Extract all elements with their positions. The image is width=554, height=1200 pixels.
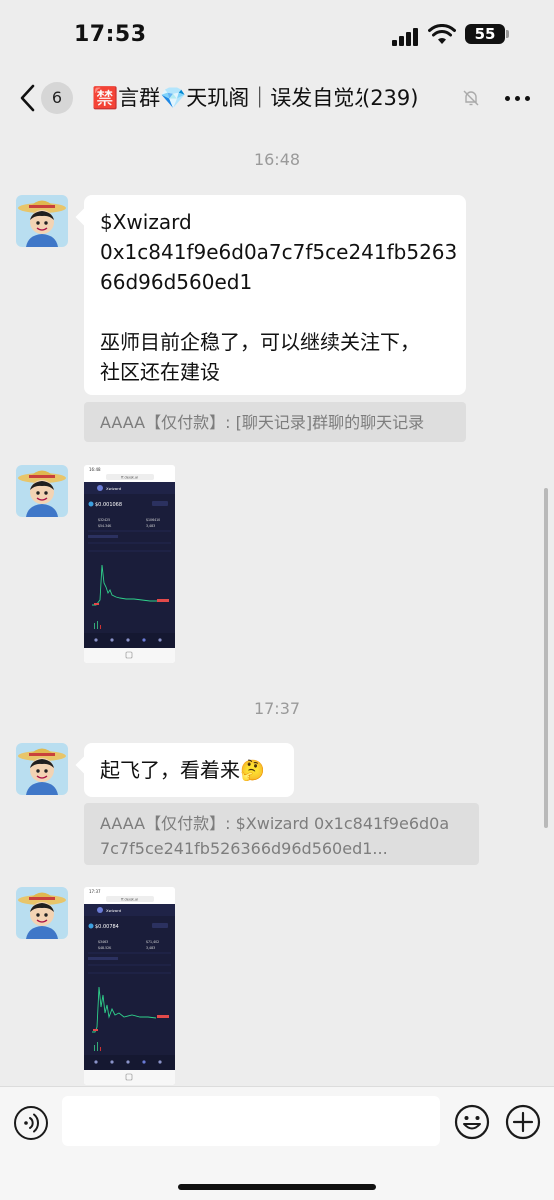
shot-stat: 3,483 bbox=[146, 524, 155, 528]
shot-stat: $48.52K bbox=[98, 946, 112, 950]
status-bar: 17:53 55 bbox=[0, 0, 554, 70]
unread-badge[interactable]: 6 bbox=[41, 82, 73, 114]
quoted-reply[interactable]: AAAA【仅付款】: [聊天记录]群聊的聊天记录 bbox=[84, 402, 466, 442]
member-count: (239) bbox=[362, 86, 419, 110]
message-input[interactable] bbox=[62, 1096, 440, 1146]
timestamp: 17:37 bbox=[253, 699, 301, 718]
message-line: 社区还在建设 bbox=[100, 360, 220, 384]
avatar-image bbox=[16, 887, 68, 939]
shot-time: 16:48 bbox=[89, 467, 101, 472]
add-icon[interactable] bbox=[505, 1104, 541, 1140]
shot-stat: $71,402 bbox=[146, 940, 159, 944]
message-text: 起飞了，看着来🤔 bbox=[100, 758, 265, 782]
shot-price: $0.001068 bbox=[95, 502, 122, 508]
more-options-icon[interactable] bbox=[505, 88, 531, 108]
message-line bbox=[100, 297, 450, 327]
emoji-icon[interactable] bbox=[454, 1104, 490, 1140]
battery-icon: 55 bbox=[465, 24, 509, 44]
quoted-text: 7c7f5ce241fb526366d96d560ed1... bbox=[100, 839, 388, 858]
scrollbar[interactable] bbox=[544, 488, 548, 828]
avatar[interactable] bbox=[16, 465, 68, 517]
message-line: $Xwizard bbox=[100, 210, 192, 234]
back-icon[interactable] bbox=[16, 80, 40, 116]
shot-stat: 3,483 bbox=[146, 946, 155, 950]
shot-time: 17:37 bbox=[89, 889, 101, 894]
avatar[interactable] bbox=[16, 195, 68, 247]
input-bar bbox=[0, 1086, 554, 1200]
screenshot-image[interactable]: 16:48 ff.dexjk.ai Xwizard $0.001068 $324… bbox=[84, 465, 175, 663]
voice-icon bbox=[24, 1113, 40, 1133]
chat-title[interactable]: 🈲言群💎天玑阁｜误发自觉发红包(239) bbox=[92, 82, 462, 114]
quoted-text: AAAA【仅付款】: $Xwizard 0x1c841f9e6d0a bbox=[100, 814, 450, 833]
shot-stat: $54.34K bbox=[98, 524, 112, 528]
avatar-image bbox=[16, 465, 68, 517]
shot-token: Xwizard bbox=[106, 486, 122, 491]
message-line: 0x1c841f9e6d0a7c7f5ce241fb5263 bbox=[100, 240, 458, 264]
shot-stat: $32425 bbox=[98, 518, 110, 522]
chat-header: 6 🈲言群💎天玑阁｜误发自觉发红包(239) bbox=[0, 70, 554, 126]
shot-price: $0.00784 bbox=[95, 924, 119, 930]
avatar-image bbox=[16, 195, 68, 247]
avatar-image bbox=[16, 743, 68, 795]
quoted-text: AAAA【仅付款】: [聊天记录]群聊的聊天记录 bbox=[100, 413, 425, 432]
voice-input-button[interactable] bbox=[14, 1106, 48, 1140]
signal-icon bbox=[392, 28, 420, 46]
quoted-reply[interactable]: AAAA【仅付款】: $Xwizard 0x1c841f9e6d0a 7c7f5… bbox=[84, 803, 479, 865]
shot-url: ff.dexjk.ai bbox=[121, 476, 138, 480]
chart-screenshot: 17:37 ff.dexjk.ai Xwizard $0.00784 $3463… bbox=[84, 887, 175, 1085]
mute-bell-icon bbox=[463, 90, 479, 106]
shot-token: Xwizard bbox=[106, 908, 122, 913]
message-bubble[interactable]: 起飞了，看着来🤔 bbox=[84, 743, 294, 797]
wifi-icon bbox=[428, 24, 456, 44]
shot-url: ff.dexjk.ai bbox=[121, 898, 138, 902]
status-time: 17:53 bbox=[74, 22, 147, 47]
chat-title-text: 🈲言群💎天玑阁｜误发自觉发红包 bbox=[92, 86, 362, 110]
shot-stat: $3463 bbox=[98, 940, 108, 944]
screenshot-image[interactable]: 17:37 ff.dexjk.ai Xwizard $0.00784 $3463… bbox=[84, 887, 175, 1085]
shot-stat: $106410 bbox=[146, 518, 160, 522]
message-line: 巫师目前企稳了，可以继续关注下， bbox=[100, 330, 420, 354]
avatar[interactable] bbox=[16, 743, 68, 795]
avatar[interactable] bbox=[16, 887, 68, 939]
message-bubble[interactable]: $Xwizard 0x1c841f9e6d0a7c7f5ce241fb5263 … bbox=[84, 195, 466, 395]
chart-screenshot: 16:48 ff.dexjk.ai Xwizard $0.001068 $324… bbox=[84, 465, 175, 663]
home-indicator bbox=[178, 1184, 376, 1190]
timestamp: 16:48 bbox=[253, 150, 301, 169]
message-line: 66d96d560ed1 bbox=[100, 270, 253, 294]
